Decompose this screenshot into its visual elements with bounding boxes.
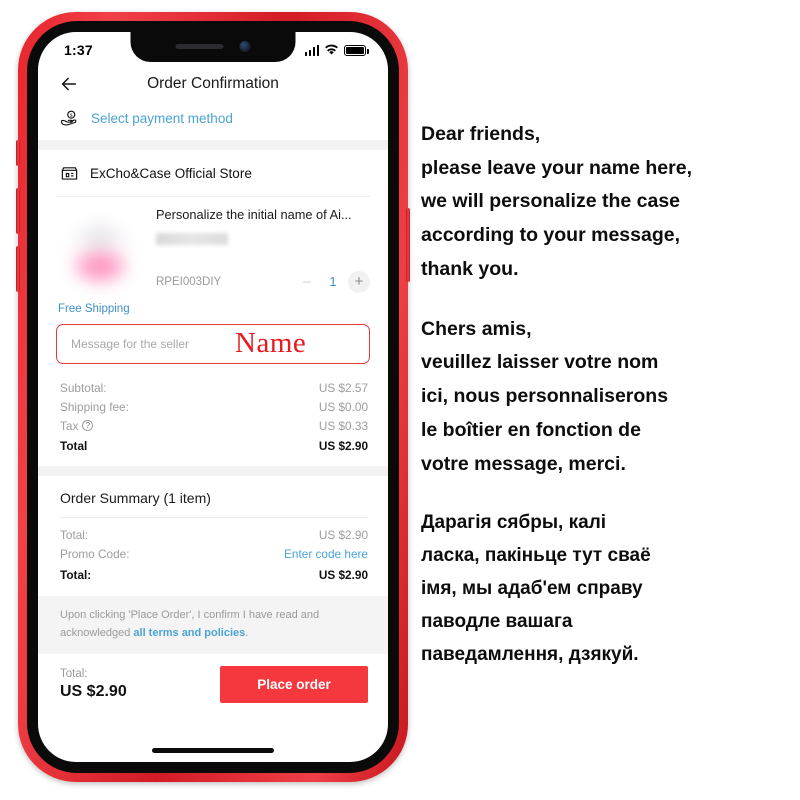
summary-row-label: Total: [60, 567, 92, 582]
price-row-value: US $0.33 [318, 418, 368, 433]
place-order-button[interactable]: Place order [220, 666, 368, 704]
section-divider [38, 465, 388, 476]
price-row-label: Tax [60, 418, 79, 433]
note-line: Дарагія сябры, калі [421, 512, 607, 534]
summary-row-value: US $2.90 [318, 528, 368, 542]
phone-screen: 1:37 Order Confirmation $ Select payment… [38, 32, 388, 762]
status-time: 1:37 [64, 42, 93, 58]
note-line: according to your message, [421, 224, 680, 247]
note-english: Dear friends, please leave your name her… [421, 118, 793, 287]
note-line: veuillez laisser votre nom [421, 351, 659, 374]
note-line: Chers amis, [421, 317, 532, 340]
terms-notice: Upon clicking 'Place Order', I confirm I… [38, 596, 388, 655]
price-row-label: Subtotal: [60, 380, 107, 395]
power-button[interactable] [406, 208, 410, 282]
summary-row-label: Promo Code: [60, 547, 130, 561]
note-line: ici, nous personnaliserons [421, 385, 669, 408]
svg-text:$: $ [70, 112, 73, 119]
note-line: we will personalize the case [421, 190, 681, 213]
note-french: Chers amis, veuillez laisser votre nom i… [421, 313, 793, 482]
quantity-decrease-button[interactable]: – [296, 271, 318, 293]
note-line: votre message, merci. [421, 452, 626, 475]
page-title: Order Confirmation [147, 75, 279, 92]
store-row[interactable]: ExCho&Case Official Store [38, 150, 388, 196]
note-line: le boîtier en fonction de [421, 418, 641, 441]
order-summary-title: Order Summary (1 item) [60, 489, 211, 506]
tax-help-icon[interactable]: ? [82, 420, 94, 431]
phone-notch [130, 32, 296, 62]
nav-bar: Order Confirmation [38, 64, 388, 104]
note-line: імя, мы адаб'ем справу [421, 578, 643, 600]
home-indicator[interactable] [152, 748, 274, 753]
storefront-icon [61, 167, 78, 180]
mute-switch-button[interactable] [16, 140, 20, 166]
quantity-stepper[interactable]: – 1 + [296, 270, 370, 293]
quantity-increase-button[interactable]: + [348, 270, 370, 293]
name-annotation: Name [235, 326, 307, 359]
free-shipping-label: Free Shipping [58, 303, 130, 315]
instruction-notes: Dear friends, please leave your name her… [421, 118, 793, 672]
checkout-total: Total: US $2.90 [60, 668, 127, 701]
back-arrow-icon[interactable] [58, 73, 80, 95]
checkout-bar: Total: US $2.90 Place order [38, 654, 388, 704]
summary-row-value: US $2.90 [318, 567, 368, 582]
cellular-bars-icon [304, 44, 319, 56]
message-for-seller-input[interactable]: Message for the seller Name [56, 324, 370, 364]
price-row-total: Total US $2.90 [60, 435, 368, 456]
front-camera-icon [239, 40, 251, 52]
price-row: Shipping fee: US $0.00 [60, 397, 368, 416]
battery-full-icon [344, 44, 369, 56]
wifi-icon [325, 44, 338, 55]
product-title: Personalize the initial name of Ai... [156, 207, 352, 222]
summary-row-promo[interactable]: Promo Code: Enter code here [60, 545, 368, 564]
terms-suffix: . [245, 626, 249, 639]
phone-mockup: 1:37 Order Confirmation $ Select payment… [16, 12, 410, 782]
product-bottom-row: RPEI003DIY – 1 + [156, 270, 370, 293]
price-row-label: Total [60, 439, 88, 453]
volume-up-button[interactable] [16, 188, 20, 234]
product-thumbnail[interactable] [56, 207, 144, 295]
select-payment-method-row[interactable]: $ Select payment method [38, 104, 388, 140]
price-row: Subtotal: US $2.57 [60, 378, 368, 397]
price-row-value: US $0.00 [318, 399, 368, 414]
summary-row: Total: US $2.90 [60, 526, 368, 545]
promo-code-link[interactable]: Enter code here [284, 547, 368, 561]
price-row-value: US $2.57 [318, 380, 368, 395]
price-row-value: US $2.90 [318, 439, 368, 453]
note-line: please leave your name here, [421, 156, 692, 179]
order-summary-section: Order Summary (1 item) Total: US $2.90 P… [38, 476, 388, 597]
note-line: thank you. [421, 257, 519, 280]
screenshot-root: 1:37 Order Confirmation $ Select payment… [0, 0, 800, 800]
earpiece-speaker-icon [175, 43, 224, 49]
select-payment-method-label: Select payment method [91, 110, 233, 126]
note-belarusian: Дарагія сябры, калі ласка, пакіньце тут … [421, 507, 793, 671]
product-variant-blurred [156, 232, 228, 245]
note-line: паведамлення, дзякуй. [421, 643, 639, 665]
hand-holding-coin-icon: $ [60, 110, 77, 126]
summary-row-total: Total: US $2.90 [60, 564, 368, 585]
note-line: ласка, пакіньце тут сваё [421, 545, 651, 567]
price-row-label: Shipping fee: [60, 399, 129, 414]
product-image-blurred [56, 207, 144, 295]
note-line: Dear friends, [421, 123, 541, 145]
checkout-total-value: US $2.90 [60, 683, 127, 701]
product-sku: RPEI003DIY [156, 275, 222, 288]
product-details: Personalize the initial name of Ai... RP… [156, 207, 370, 295]
product-row[interactable]: Personalize the initial name of Ai... RP… [38, 197, 388, 295]
price-row: Tax ? US $0.33 [60, 416, 368, 435]
quantity-value: 1 [329, 274, 337, 290]
status-icons [304, 44, 369, 56]
note-line: паводле вашага [421, 610, 573, 632]
message-placeholder: Message for the seller [71, 337, 190, 351]
section-divider [38, 140, 388, 150]
checkout-total-label: Total: [60, 668, 88, 681]
store-name: ExCho&Case Official Store [90, 166, 252, 181]
terms-and-policies-link[interactable]: all terms and policies [133, 627, 245, 639]
summary-row-label: Total: [60, 528, 89, 542]
summary-divider [60, 516, 368, 518]
volume-down-button[interactable] [16, 246, 20, 292]
price-breakdown: Subtotal: US $2.57 Shipping fee: US $0.0… [38, 364, 388, 466]
